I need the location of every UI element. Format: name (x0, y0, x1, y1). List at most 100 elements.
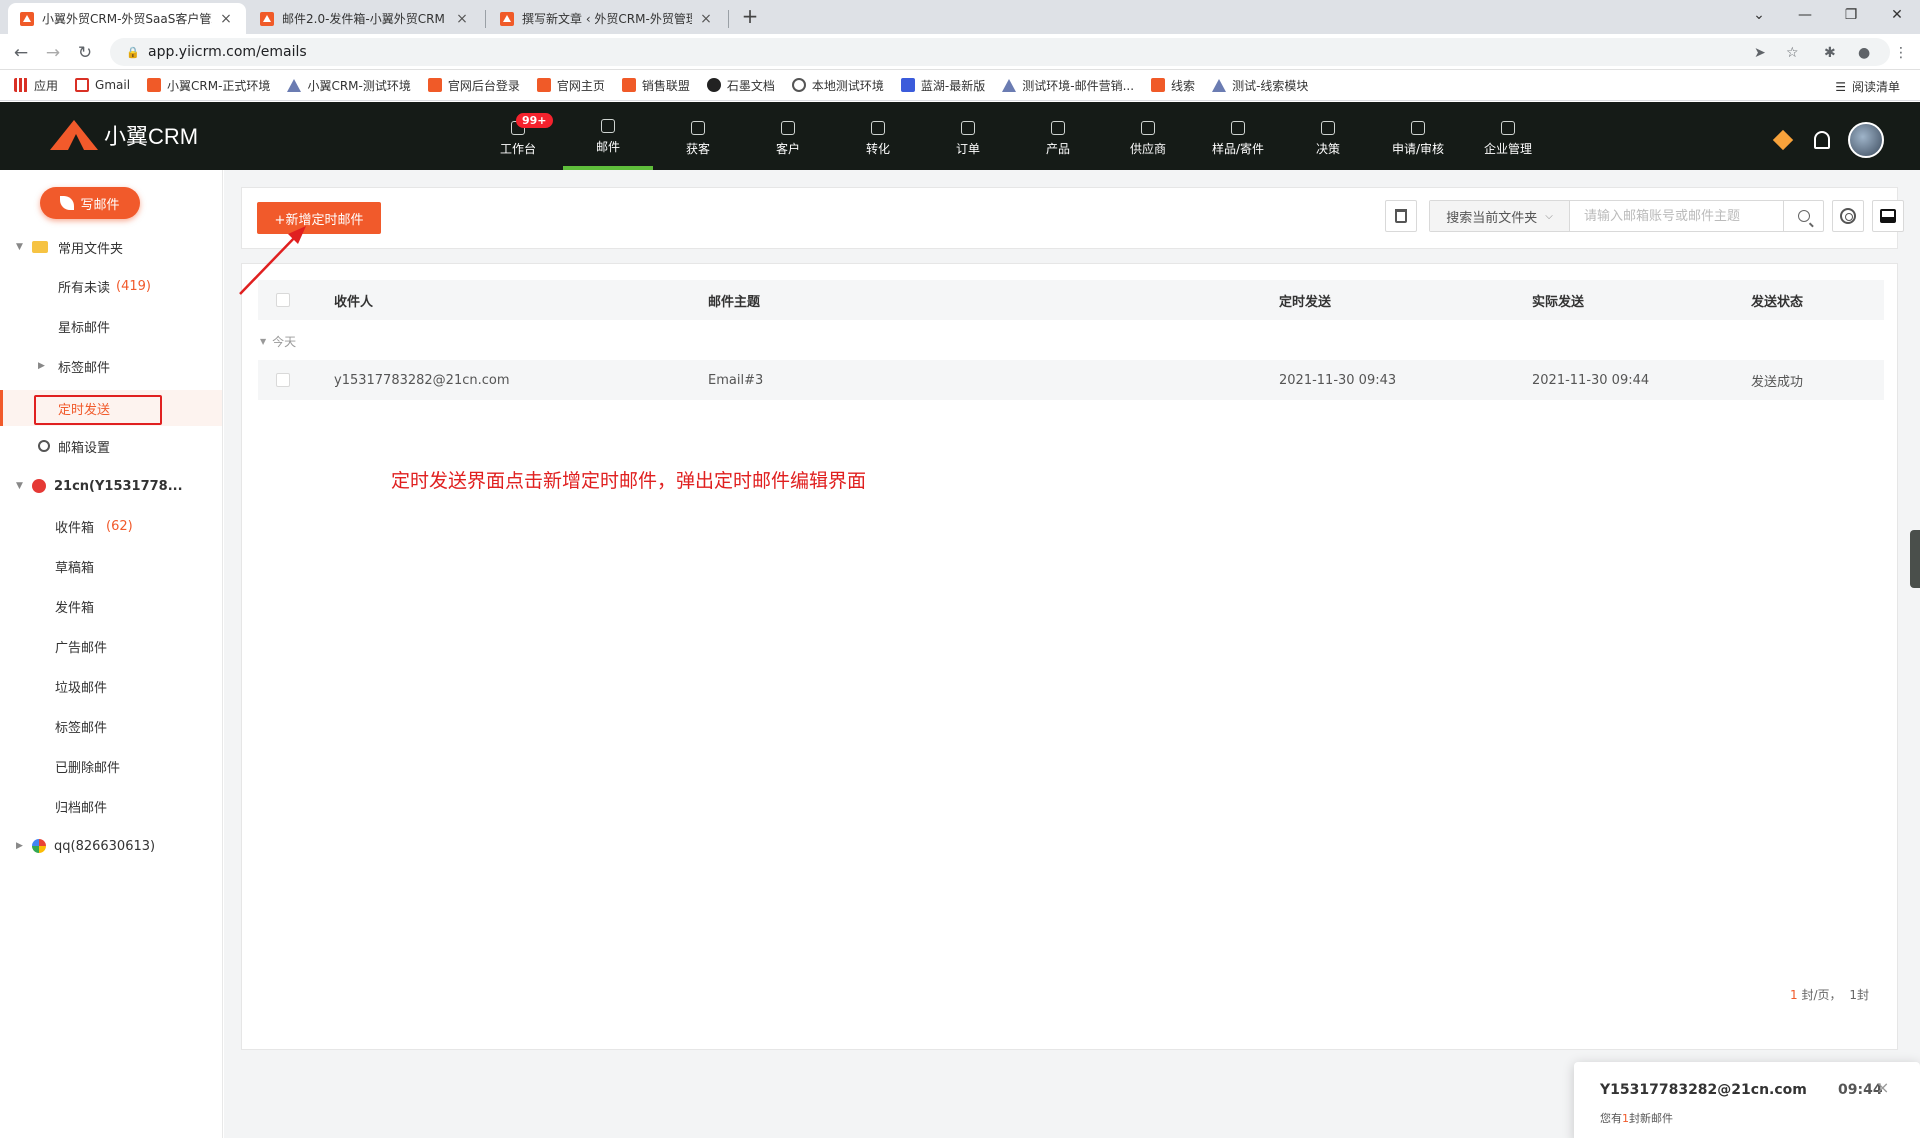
gmail-icon (75, 78, 90, 92)
bookmarks-bar: 应用 Gmail 小翼CRM-正式环境 小翼CRM-测试环境 官网后台登录 官网… (0, 70, 1920, 101)
nav-convert[interactable]: 转化 (833, 102, 923, 170)
caret-right-icon: ▶ (38, 361, 45, 371)
bookmark-gmail[interactable]: Gmail (75, 78, 130, 92)
sidebar-item-deleted[interactable]: 已删除邮件 (0, 751, 222, 781)
nav-supplier[interactable]: 供应商 (1103, 102, 1193, 170)
sidebar-item-archived[interactable]: 归档邮件 (0, 791, 222, 821)
sidebar-account-21cn[interactable]: ▼ 21cn(Y1531778... (0, 471, 222, 501)
profile-icon[interactable]: ● (1858, 45, 1870, 61)
nav-order[interactable]: 订单 (923, 102, 1013, 170)
bookmark-item[interactable]: 测试-线索模块 (1212, 77, 1308, 94)
nav-acquire[interactable]: 获客 (653, 102, 743, 170)
bookmark-item[interactable]: 石墨文档 (706, 77, 775, 94)
nav-approval[interactable]: 申请/审核 (1373, 102, 1463, 170)
search-scope-select[interactable]: 搜索当前文件夹 ⌵ (1430, 201, 1570, 231)
nav-customer[interactable]: 客户 (743, 102, 833, 170)
settings-button[interactable] (1832, 200, 1864, 232)
forward-icon[interactable]: → (42, 42, 64, 64)
reload-icon[interactable]: ↻ (74, 42, 96, 64)
col-scheduled-time: 定时发送 (1279, 294, 1332, 310)
app-logo[interactable]: 小翼CRM (50, 118, 198, 152)
back-icon[interactable]: ← (10, 42, 32, 64)
reading-list[interactable]: ☰ 阅读清单 (1835, 78, 1900, 95)
sidebar-item-mail-settings[interactable]: 邮箱设置 (0, 431, 222, 461)
caret-down-icon: ▼ (16, 242, 23, 252)
bookmark-item[interactable]: 线索 (1151, 77, 1195, 94)
sidebar-item-ads[interactable]: 广告邮件 (0, 631, 222, 661)
nav-sample[interactable]: 样品/寄件 (1193, 102, 1283, 170)
sidebar-item-tagged[interactable]: ▶ 标签邮件 (0, 351, 222, 381)
col-subject: 邮件主题 (708, 294, 761, 310)
supplier-icon (1141, 121, 1155, 135)
table-row[interactable]: y15317783282@21cn.com Email#3 2021-11-30… (258, 360, 1884, 400)
menu-icon[interactable]: ⋮ (1894, 45, 1908, 61)
tab-search-icon[interactable]: ⌄ (1736, 0, 1782, 30)
sidebar-item-starred[interactable]: 星标邮件 (0, 311, 222, 341)
row-checkbox[interactable] (276, 360, 290, 400)
reading-list-icon: ☰ (1835, 79, 1846, 94)
sidebar-item-tagged-2[interactable]: 标签邮件 (0, 711, 222, 741)
compose-button[interactable]: 写邮件 (40, 187, 140, 219)
bookmark-item[interactable]: 本地测试环境 (791, 77, 884, 94)
bookmark-item[interactable]: 小翼CRM-测试环境 (287, 77, 411, 94)
bookmark-item[interactable]: 测试环境-邮件营销... (1002, 77, 1134, 94)
nav-enterprise[interactable]: 企业管理 (1463, 102, 1553, 170)
extensions-icon[interactable]: ✱ (1824, 45, 1836, 61)
bookmark-item[interactable]: 小翼CRM-正式环境 (147, 77, 270, 94)
globe-icon (791, 78, 806, 92)
bookmark-item[interactable]: 蓝湖-最新版 (900, 77, 985, 94)
bookmark-item[interactable]: 官网后台登录 (427, 77, 520, 94)
close-window-icon[interactable]: ✕ (1874, 0, 1920, 30)
nav-product[interactable]: 产品 (1013, 102, 1103, 170)
order-icon (961, 121, 975, 135)
new-tab-button[interactable]: + (737, 4, 763, 28)
logo-text: 小翼CRM (104, 124, 199, 149)
search-button[interactable] (1783, 201, 1823, 231)
vip-diamond-icon[interactable] (1772, 129, 1794, 151)
mail-icon (601, 119, 615, 133)
sidebar-account-qq[interactable]: ▶ qq(826630613) (0, 831, 222, 861)
url-bar[interactable]: 🔒 app.yiicrm.com/emails (110, 38, 1890, 66)
sidebar-item-drafts[interactable]: 草稿箱 (0, 551, 222, 581)
bell-icon[interactable] (1814, 131, 1830, 149)
nav-dashboard[interactable]: 工作台 (473, 102, 563, 170)
panel-layout-icon (1880, 209, 1896, 223)
browser-tab-active[interactable]: 小翼外贸CRM-外贸SaaS客户管理 × (8, 3, 246, 34)
close-icon[interactable]: × (1876, 1078, 1889, 1097)
date-group-header[interactable]: ▼ 今天 (258, 324, 296, 358)
row-actual-time: 2021-11-30 09:44 (1532, 372, 1650, 388)
bookmark-item[interactable]: 销售联盟 (621, 77, 690, 94)
sidebar-common-folder[interactable]: ▼ 常用文件夹 (0, 232, 222, 262)
star-icon[interactable]: ☆ (1786, 45, 1799, 61)
new-mail-notification[interactable]: Y15317783282@21cn.com 09:44 × 您有1封新邮件 (1574, 1062, 1920, 1138)
send-icon[interactable]: ➤ (1754, 45, 1766, 61)
reading-pane-button[interactable] (1872, 200, 1904, 232)
row-scheduled-time: 2021-11-30 09:43 (1279, 372, 1397, 388)
row-status: 发送成功 (1751, 374, 1804, 390)
tab-title: 撰写新文章 ‹ 外贸CRM-外贸管理 (522, 12, 692, 26)
sidebar-item-all-unread[interactable]: 所有未读 (419) (0, 271, 222, 301)
browser-tab[interactable]: 邮件2.0-发件箱-小翼外贸CRM × (248, 3, 482, 34)
tab-close-icon[interactable]: × (454, 11, 470, 27)
browser-tab[interactable]: 撰写新文章 ‹ 外贸CRM-外贸管理 × (488, 3, 726, 34)
nav-mail[interactable]: 邮件 (563, 102, 653, 170)
restore-icon[interactable]: ❐ (1828, 0, 1874, 30)
toolbar: +新增定时邮件 搜索当前文件夹 ⌵ (241, 187, 1904, 249)
delete-button[interactable] (1385, 200, 1417, 232)
mail-sidebar: 写邮件 ▼ 常用文件夹 所有未读 (419) 星标邮件 ▶ 标签邮件 定时发送 邮… (0, 170, 223, 1138)
side-drawer-handle[interactable] (1910, 530, 1920, 588)
sidebar-item-spam[interactable]: 垃圾邮件 (0, 671, 222, 701)
sidebar-item-inbox[interactable]: 收件箱 (62) (0, 511, 222, 541)
nav-decision[interactable]: 决策 (1283, 102, 1373, 170)
avatar[interactable] (1848, 122, 1884, 158)
tab-close-icon[interactable]: × (698, 11, 714, 27)
sidebar-item-sent[interactable]: 发件箱 (0, 591, 222, 621)
tab-title: 邮件2.0-发件箱-小翼外贸CRM (282, 12, 445, 26)
bookmark-apps[interactable]: 应用 (14, 77, 58, 94)
bookmark-item[interactable]: 官网主页 (536, 77, 605, 94)
search-input[interactable] (1570, 201, 1783, 231)
minimize-icon[interactable]: — (1782, 0, 1828, 30)
xiaoyi-logo-icon (536, 78, 551, 92)
tab-close-icon[interactable]: × (218, 11, 234, 27)
xiaoyi-logo-icon (147, 78, 162, 92)
